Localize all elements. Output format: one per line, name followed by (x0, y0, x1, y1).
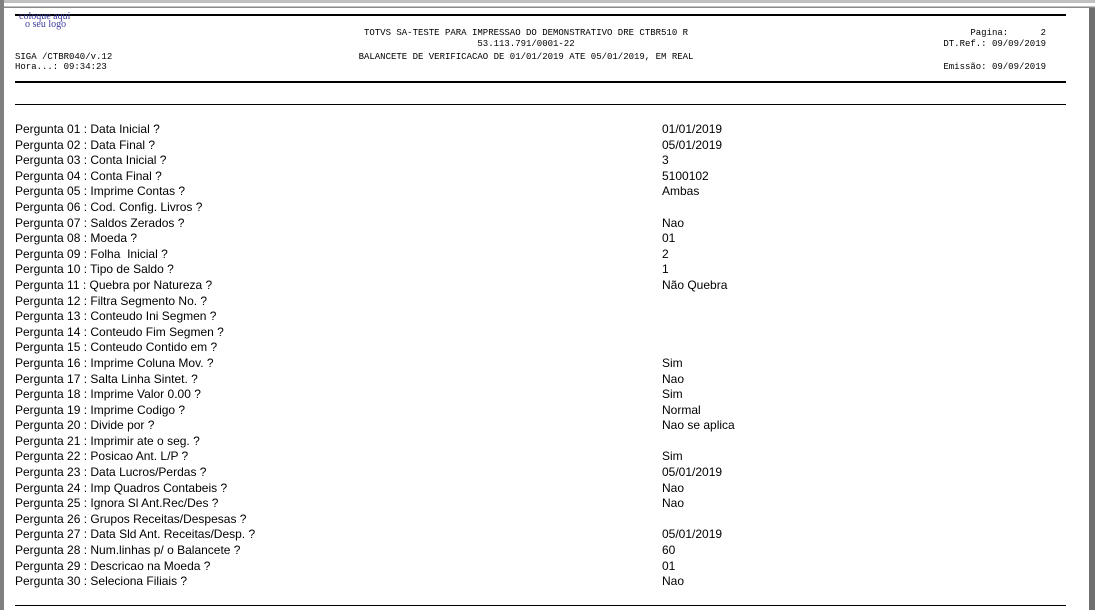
report-page: coloque aqui o seu logo TOTVS SA-TESTE P… (4, 8, 1083, 610)
parameter-answer: Sim (662, 387, 683, 402)
parameter-answer: 01 (662, 558, 676, 573)
parameter-question: Pergunta 28 : Num.linhas p/ o Balancete … (15, 543, 241, 558)
reference-date: DT.Ref.: 09/09/2019 (943, 39, 1046, 49)
parameter-question: Pergunta 10 : Tipo de Saldo ? (15, 262, 174, 277)
parameter-answer: 2 (662, 246, 669, 261)
logo-line-2: o seu logo (25, 19, 67, 30)
parameter-question: Pergunta 19 : Imprime Codigo ? (15, 402, 186, 417)
parameter-question: Pergunta 18 : Imprime Valor 0.00 ? (15, 387, 201, 402)
company-line: TOTVS SA-TESTE PARA IMPRESSAO DO DEMONST… (363, 28, 689, 38)
parameter-answer: 05/01/2019 (662, 465, 723, 480)
cnpj: 53.113.791/0001-22 (477, 39, 575, 49)
parameter-answer: Nao (662, 496, 685, 511)
parameter-answer: Normal (662, 402, 701, 417)
parameter-question: Pergunta 22 : Posicao Ant. L/P ? (15, 449, 189, 464)
parameter-question: Pergunta 27 : Data Sld Ant. Receitas/Des… (15, 527, 256, 542)
parameter-question: Pergunta 08 : Moeda ? (15, 231, 138, 246)
parameter-answer: Nao (662, 371, 685, 386)
parameter-answer: Nao se aplica (662, 418, 735, 433)
parameter-question: Pergunta 01 : Data Inicial ? (15, 122, 160, 136)
parameter-answer: Sim (662, 449, 683, 464)
print-time: Hora...: 09:34:23 (15, 62, 107, 72)
parameter-question: Pergunta 12 : Filtra Segmento No. ? (15, 293, 208, 308)
parameter-question: Pergunta 14 : Conteudo Fim Segmen ? (15, 324, 224, 339)
parameter-answer: Não Quebra (662, 277, 728, 292)
header-bottom-rule (15, 81, 1066, 83)
window-top-border (0, 0, 1095, 8)
parameter-question: Pergunta 03 : Conta Inicial ? (15, 153, 167, 168)
parameter-question: Pergunta 11 : Quebra por Natureza ? (15, 277, 213, 292)
parameter-answer: 05/01/2019 (662, 527, 723, 542)
vertical-scrollbar[interactable] (1089, 8, 1095, 610)
parameter-question: Pergunta 05 : Imprime Contas ? (15, 184, 186, 199)
header-top-rule (15, 14, 1066, 16)
parameter-answer: Nao (662, 480, 685, 495)
parameter-question: Pergunta 17 : Salta Linha Sintet. ? (15, 371, 198, 386)
parameter-question: Pergunta 16 : Imprime Coluna Mov. ? (15, 355, 214, 370)
parameter-question: Pergunta 15 : Conteudo Contido em ? (15, 340, 218, 355)
parameter-question: Pergunta 07 : Saldos Zerados ? (15, 215, 185, 230)
parameter-answer: Nao (662, 574, 685, 589)
report-title: BALANCETE DE VERIFICACAO DE 01/01/2019 A… (358, 52, 694, 62)
parameter-answer: Ambas (662, 184, 700, 199)
parameter-answer: Sim (662, 355, 683, 370)
parameter-question: Pergunta 29 : Descricao na Moeda ? (15, 558, 211, 573)
parameter-question: Pergunta 25 : Ignora Sl Ant.Rec/Des ? (15, 496, 219, 511)
section-rule (15, 104, 1066, 105)
parameter-answer: 1 (662, 262, 669, 277)
parameter-question: Pergunta 06 : Cod. Config. Livros ? (15, 199, 203, 214)
parameter-question: Pergunta 02 : Data Final ? (15, 137, 156, 152)
emission-date: Emissão: 09/09/2019 (943, 62, 1046, 72)
parameter-question: Pergunta 24 : Imp Quadros Contabeis ? (15, 480, 228, 495)
parameter-question: Pergunta 21 : Imprimir ate o seg. ? (15, 433, 200, 448)
parameter-question: Pergunta 23 : Data Lucros/Perdas ? (15, 465, 207, 480)
parameter-question: Pergunta 09 : Folha Inicial ? (15, 246, 168, 261)
parameter-question: Pergunta 30 : Seleciona Filiais ? (15, 574, 188, 589)
page-number: Pagina: 2 (970, 28, 1046, 38)
parameter-question: Pergunta 13 : Conteudo Ini Segmen ? (15, 309, 217, 324)
parameter-question: Pergunta 20 : Divide por ? (15, 418, 155, 433)
parameter-answer: Nao (662, 215, 685, 230)
parameter-question: Pergunta 26 : Grupos Receitas/Despesas ? (15, 511, 247, 526)
parameter-question: Pergunta 04 : Conta Final ? (15, 168, 162, 183)
parameter-answer: 05/01/2019 (662, 137, 723, 152)
parameter-answer: 01 (662, 231, 676, 246)
parameter-answer: 60 (662, 543, 676, 558)
footer-rule (15, 605, 1066, 606)
parameter-answer: 3 (662, 153, 669, 168)
parameter-answer: 5100102 (662, 168, 709, 183)
company-logo: coloque aqui o seu logo (19, 12, 70, 30)
parameter-answer: 01/01/2019 (662, 122, 723, 136)
